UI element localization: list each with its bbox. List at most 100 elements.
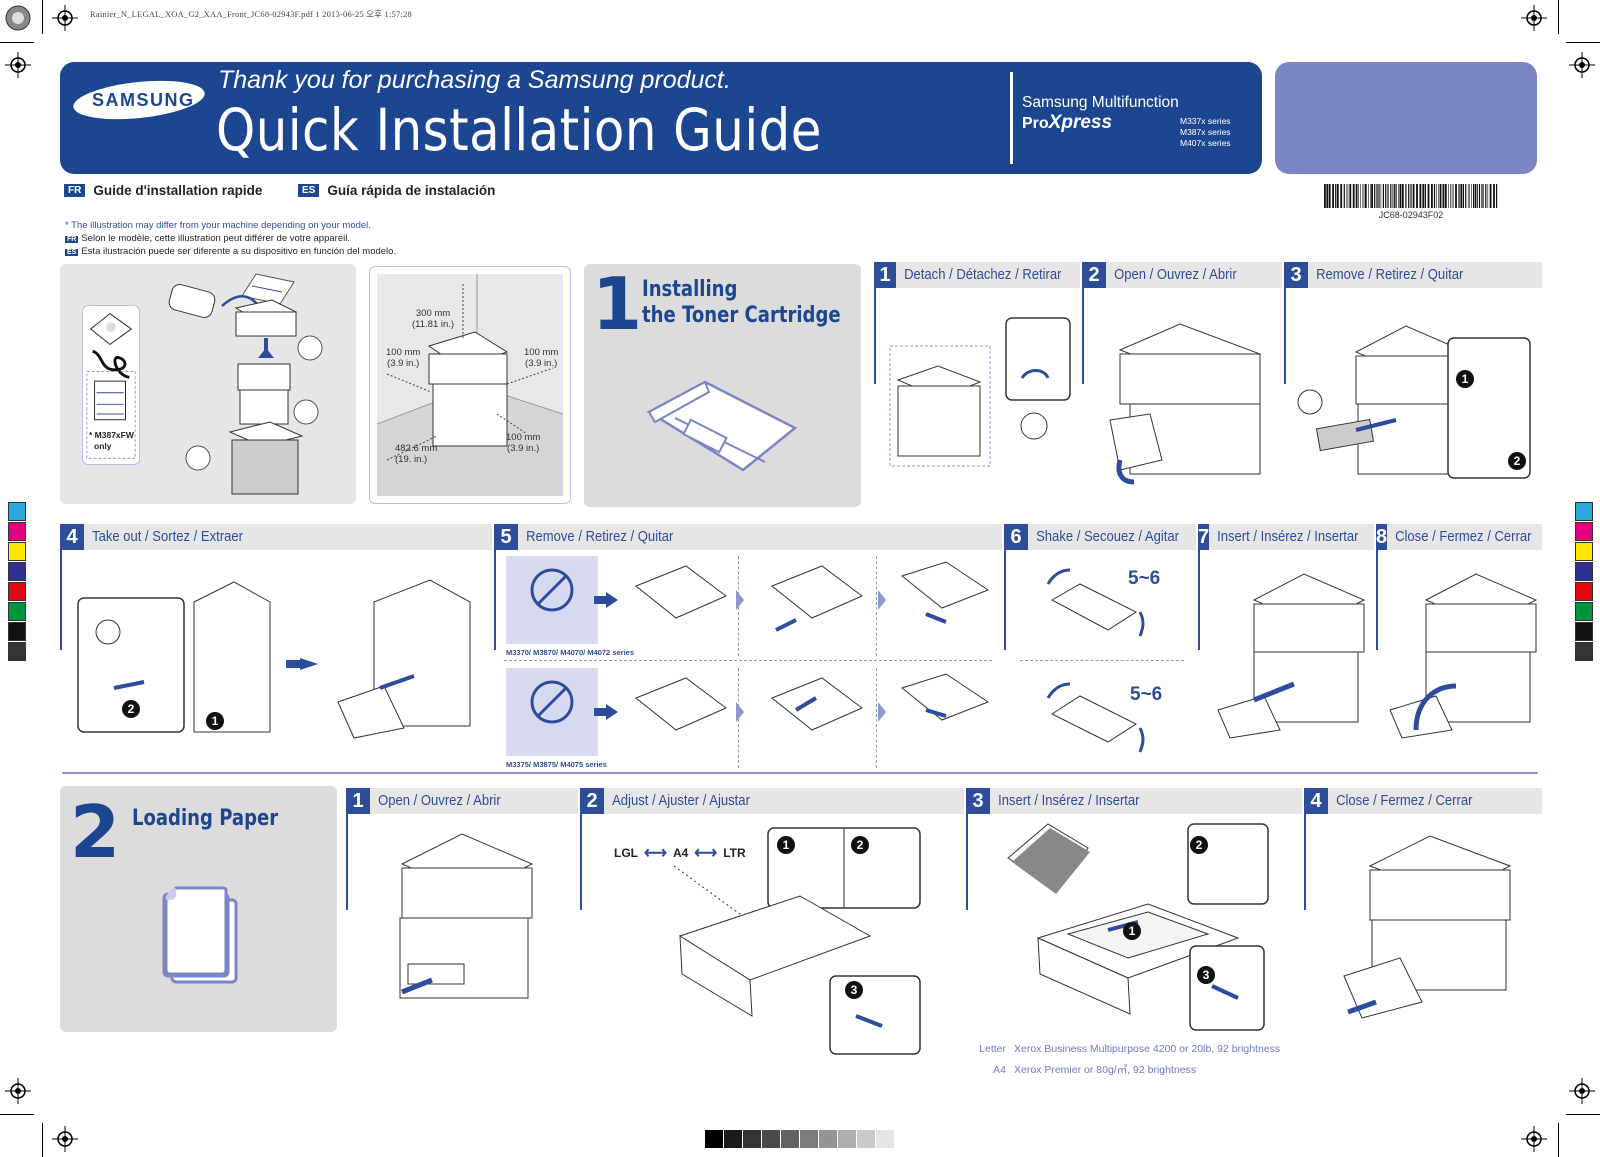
barcode-bar bbox=[1462, 184, 1464, 208]
crosshair-mark bbox=[1521, 1126, 1547, 1152]
section-number: 2 bbox=[70, 790, 121, 874]
section-separator bbox=[62, 772, 1538, 774]
color-swatch bbox=[1575, 562, 1593, 581]
barcode-bar bbox=[1436, 184, 1437, 208]
step-detach-illustration bbox=[888, 316, 1074, 476]
step-close-cover-illustration bbox=[1386, 560, 1546, 740]
barcode-bar bbox=[1392, 184, 1394, 208]
paper-stack-icon bbox=[154, 886, 240, 986]
barcode-bar bbox=[1347, 184, 1349, 208]
paper-open-tray-illustration bbox=[392, 824, 542, 1004]
crop-mark bbox=[42, 0, 43, 34]
print-file-info: Rainier_N_LEGAL_XOA_G2_XAA_Front_JC68-02… bbox=[90, 9, 412, 19]
barcode-bar bbox=[1368, 184, 1369, 208]
step-7-header: 7 Insert / Insérez / Insertar bbox=[1198, 524, 1374, 550]
barcode-bar bbox=[1419, 184, 1422, 208]
callout-1: 1 bbox=[1456, 370, 1474, 388]
step-rule bbox=[60, 550, 62, 650]
color-swatch bbox=[1575, 542, 1593, 561]
barcode-bar bbox=[1399, 184, 1402, 208]
color-swatch bbox=[8, 622, 26, 641]
language-title: Guide d'installation rapide bbox=[93, 183, 263, 198]
barcode-bar bbox=[1336, 184, 1339, 208]
crop-mark bbox=[1558, 1123, 1559, 1157]
barcode-bar bbox=[1442, 184, 1445, 208]
barcode-bar bbox=[1363, 184, 1365, 208]
barcode-bar bbox=[1476, 184, 1478, 208]
barcode-bar bbox=[1405, 184, 1407, 208]
barcode-bar bbox=[1473, 184, 1475, 208]
barcode-bar bbox=[1474, 184, 1476, 208]
crosshair-mark bbox=[1569, 52, 1595, 78]
barcode-bar bbox=[1362, 184, 1364, 208]
step-4-header: 4 Take out / Sortez / Extraer bbox=[60, 524, 492, 550]
barcode-bar bbox=[1444, 184, 1447, 208]
row-divider bbox=[1020, 660, 1184, 661]
crosshair-mark bbox=[1521, 5, 1547, 31]
barcode-bar bbox=[1458, 184, 1459, 208]
tagline: Thank you for purchasing a Samsung produ… bbox=[218, 66, 731, 94]
registration-mark-top-left bbox=[5, 5, 31, 31]
clearance-front: 482.6 mm (19. in.) bbox=[395, 443, 438, 465]
barcode-bar bbox=[1346, 184, 1348, 208]
barcode-bar bbox=[1467, 184, 1469, 208]
barcode-bar bbox=[1358, 184, 1359, 208]
column-divider bbox=[876, 668, 877, 768]
barcode-bar bbox=[1493, 184, 1495, 208]
barcode-bar bbox=[1380, 184, 1382, 208]
barcode-bar bbox=[1398, 184, 1399, 208]
page-title: Quick Installation Guide bbox=[216, 96, 822, 164]
step-shake-illustration bbox=[1040, 562, 1160, 762]
step-rule bbox=[1082, 288, 1084, 384]
crosshair-mark bbox=[5, 52, 31, 78]
crop-mark bbox=[1566, 1114, 1600, 1115]
shake-count: 5~6 bbox=[1130, 684, 1163, 705]
barcode-bar bbox=[1324, 184, 1326, 208]
paper-close-tray-illustration bbox=[1340, 826, 1520, 1026]
callout-1: 1 bbox=[1123, 922, 1141, 940]
crosshair-mark bbox=[1569, 1078, 1595, 1104]
note-fr: FR Selon le modèle, cette illustration pe… bbox=[65, 232, 350, 244]
paper-size-lgl: LGL bbox=[614, 846, 638, 860]
step-3-header: 3 Remove / Retirez / Quitar bbox=[1284, 262, 1542, 288]
step-rule bbox=[494, 550, 496, 650]
crop-mark bbox=[0, 1114, 34, 1115]
barcode-bar bbox=[1395, 184, 1397, 208]
column-divider bbox=[876, 556, 877, 656]
step-rule bbox=[1004, 550, 1006, 650]
paper-recommendation-a4: A4 Xerox Premier or 80g/㎡, 92 brightness bbox=[993, 1064, 1197, 1076]
barcode-bar bbox=[1448, 184, 1449, 208]
barcode-bar bbox=[1455, 184, 1457, 208]
paper-recommendation-letter: Letter Xerox Business Multipurpose 4200 o… bbox=[979, 1043, 1281, 1055]
callout-2: 2 bbox=[1508, 452, 1526, 470]
step-2-header: 2 Open / Ouvrez / Abrir bbox=[1082, 262, 1282, 288]
color-swatch bbox=[8, 562, 26, 581]
color-calibration-bar bbox=[8, 502, 26, 662]
header-side-panel bbox=[1275, 62, 1537, 174]
language-title: Guía rápida de instalación bbox=[327, 183, 496, 198]
header-banner: SAMSUNG Thank you for purchasing a Samsu… bbox=[60, 62, 1262, 174]
barcode-bar bbox=[1360, 184, 1361, 208]
callout-2: 2 bbox=[1190, 836, 1208, 854]
crosshair-mark bbox=[5, 1078, 31, 1104]
gray-swatch bbox=[781, 1130, 799, 1148]
crop-mark bbox=[1558, 0, 1559, 34]
gray-swatch bbox=[876, 1130, 894, 1148]
barcode-bar bbox=[1459, 184, 1460, 208]
series-caption-a: M3370/ M3870/ M4070/ M4072 series bbox=[506, 648, 635, 657]
product-prefix: Samsung Multifunction bbox=[1022, 94, 1179, 111]
callout-1: 1 bbox=[206, 712, 224, 730]
illustration-notes: * The illustration may differ from your … bbox=[65, 220, 396, 260]
color-calibration-bar bbox=[1575, 502, 1593, 662]
barcode-bar bbox=[1335, 184, 1337, 208]
step-1-header: 1 Detach / Détachez / Retirar bbox=[874, 262, 1080, 288]
gray-swatch bbox=[819, 1130, 837, 1148]
product-name: ProXpress bbox=[1022, 112, 1113, 133]
barcode-bar bbox=[1385, 184, 1387, 208]
barcode-bar bbox=[1478, 184, 1481, 208]
barcode-bar bbox=[1352, 184, 1355, 208]
step-open-illustration bbox=[1100, 310, 1270, 490]
color-swatch bbox=[8, 542, 26, 561]
barcode-bar bbox=[1416, 184, 1418, 208]
step-insert-cartridge-illustration bbox=[1214, 560, 1374, 740]
